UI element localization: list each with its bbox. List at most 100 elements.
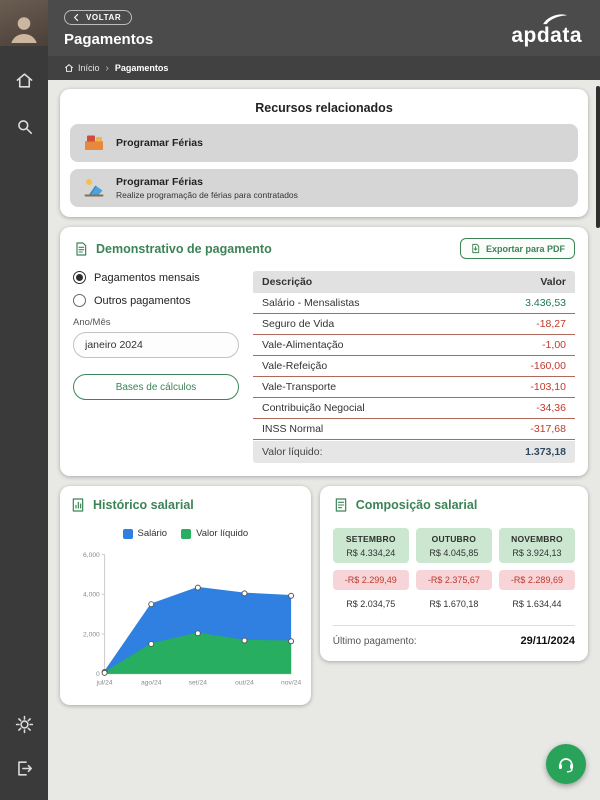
table-row: Vale-Transporte -103,10 — [253, 377, 575, 398]
svg-text:4,000: 4,000 — [83, 592, 100, 599]
radio-icon — [73, 271, 86, 284]
svg-text:0: 0 — [96, 671, 100, 678]
legend-swatch — [181, 528, 192, 539]
bottom-cards-row: Histórico salarial Salário Valor líquido … — [60, 486, 588, 705]
radio-option-outros-pagamentos[interactable]: Outros pagamentos — [73, 294, 239, 307]
apdata-logo: apdata — [511, 14, 582, 48]
svg-text:out/24: out/24 — [235, 679, 254, 686]
resource-item-programar-ferias-1[interactable]: Programar Férias — [70, 124, 578, 162]
last-payment-label: Último pagamento: — [332, 635, 417, 647]
month-header: OUTUBRO R$ 4.045,85 — [415, 528, 492, 563]
payment-table: Descrição Valor Salário - Mensalistas 3.4… — [253, 271, 575, 463]
breadcrumb-current: Pagamentos — [114, 63, 169, 73]
scrollbar-thumb[interactable] — [596, 86, 600, 228]
month-name: NOVEMBRO — [511, 534, 563, 544]
table-row: Vale-Alimentação -1,00 — [253, 335, 575, 356]
table-row: INSS Normal -317,68 — [253, 419, 575, 440]
related-resources-title: Recursos relacionados — [255, 101, 393, 115]
logout-icon[interactable] — [12, 756, 36, 780]
svg-text:2,000: 2,000 — [83, 631, 100, 638]
statement-title: Demonstrativo de pagamento — [73, 241, 272, 257]
radio-icon — [73, 294, 86, 307]
legend-item-salário: Salário — [122, 528, 167, 539]
row-value: -160,00 — [530, 360, 566, 372]
row-description: INSS Normal — [262, 423, 324, 435]
back-arrow-icon — [74, 13, 79, 22]
row-description: Vale-Alimentação — [262, 339, 344, 351]
support-chat-fab[interactable] — [546, 744, 586, 784]
row-description: Vale-Refeição — [262, 360, 328, 372]
settings-gear-icon[interactable] — [12, 712, 36, 736]
table-row: Vale-Refeição -160,00 — [253, 356, 575, 377]
row-value: 3.436,53 — [525, 297, 566, 309]
month-deduction: -R$ 2.375,67 — [415, 570, 492, 590]
breadcrumb-home-link[interactable]: Início — [64, 63, 100, 73]
month-gross: R$ 3.924,13 — [512, 548, 562, 558]
period-input[interactable] — [73, 332, 239, 358]
svg-text:set/24: set/24 — [189, 679, 208, 686]
footer-value: 1.373,18 — [525, 446, 566, 458]
month-net: R$ 1.670,18 — [429, 599, 479, 609]
row-value: -1,00 — [542, 339, 566, 351]
export-pdf-button[interactable]: Exportar para PDF — [459, 238, 575, 259]
resource-text: Programar Férias — [116, 137, 203, 149]
svg-text:jul/24: jul/24 — [96, 679, 113, 686]
last-payment-date: 29/11/2024 — [520, 635, 575, 647]
back-button[interactable]: VOLTAR — [64, 10, 133, 25]
month-header: SETEMBRO R$ 4.334,24 — [332, 528, 409, 563]
col-description: Descrição — [262, 276, 313, 288]
home-icon — [64, 63, 74, 72]
breadcrumb: Início › Pagamentos — [48, 56, 600, 80]
radio-label: Pagamentos mensais — [94, 271, 200, 284]
row-value: -34,36 — [536, 402, 566, 414]
statement-header: Demonstrativo de pagamento Exportar para… — [73, 238, 575, 259]
row-value: -103,10 — [530, 381, 566, 393]
app-screen: VOLTAR Pagamentos apdata Início › Pagame… — [0, 0, 600, 800]
salary-history-chart: 0 2,000 4,000 6,000 jul/24 ago/24 set/24 out/24… — [70, 543, 301, 697]
composition-column-novembro: NOVEMBRO R$ 3.924,13 -R$ 2.289,69 R$ 1.6… — [498, 528, 575, 609]
area-chart: 0 2,000 4,000 6,000 jul/24 ago/24 set/24 out/24… — [83, 552, 301, 686]
row-description: Contribuição Negocial — [262, 402, 365, 414]
page-content: Recursos relacionados Programar Férias P… — [48, 80, 600, 800]
home-icon[interactable] — [12, 68, 36, 92]
statement-title-text: Demonstrativo de pagamento — [96, 241, 272, 256]
bases-calculos-button[interactable]: Bases de cálculos — [73, 374, 239, 400]
page-title: Pagamentos — [64, 31, 154, 48]
month-name: OUTUBRO — [431, 534, 477, 544]
composition-title: Composição salarial — [333, 497, 575, 513]
radio-option-pagamentos-mensais[interactable]: Pagamentos mensais — [73, 271, 239, 284]
month-header: NOVEMBRO R$ 3.924,13 — [498, 528, 575, 563]
radio-label: Outros pagamentos — [94, 294, 191, 307]
statement-filters: Pagamentos mensais Outros pagamentos Ano… — [73, 271, 239, 463]
avatar[interactable] — [0, 0, 48, 46]
month-net: R$ 2.034,75 — [346, 599, 396, 609]
document-icon — [76, 241, 87, 256]
beach-chair-icon — [84, 179, 104, 197]
last-payment-row: Último pagamento: 29/11/2024 — [332, 625, 575, 647]
month-deduction: -R$ 2.299,49 — [332, 570, 409, 590]
row-value: -317,68 — [530, 423, 566, 435]
resource-item-programar-ferias-2[interactable]: Programar Férias Realize programação de … — [70, 169, 578, 207]
month-gross: R$ 4.334,24 — [346, 548, 396, 558]
page-header: VOLTAR Pagamentos apdata Início › Pagame… — [48, 0, 600, 80]
row-value: -18,27 — [536, 318, 566, 330]
header-top: VOLTAR Pagamentos apdata — [48, 0, 600, 56]
month-deduction: -R$ 2.289,69 — [498, 570, 575, 590]
export-pdf-label: Exportar para PDF — [485, 243, 565, 254]
resource-label: Programar Férias — [116, 137, 203, 149]
related-resources-card: Recursos relacionados Programar Férias P… — [60, 89, 588, 217]
legend-swatch — [122, 528, 133, 539]
svg-text:6,000: 6,000 — [83, 552, 100, 559]
export-pdf-icon — [472, 243, 480, 254]
month-name: SETEMBRO — [345, 534, 396, 544]
sidebar — [0, 0, 48, 800]
search-icon[interactable] — [12, 114, 36, 138]
table-row: Seguro de Vida -18,27 — [253, 314, 575, 335]
table-row: Salário - Mensalistas 3.436,53 — [253, 293, 575, 314]
vacation-boxes-icon — [85, 135, 103, 150]
svg-text:nov/24: nov/24 — [281, 679, 301, 686]
resource-description: Realize programação de férias para contr… — [116, 190, 298, 200]
salary-history-card: Histórico salarial Salário Valor líquido … — [60, 486, 311, 705]
table-row: Contribuição Negocial -34,36 — [253, 398, 575, 419]
logo-text: apdata — [511, 24, 582, 47]
